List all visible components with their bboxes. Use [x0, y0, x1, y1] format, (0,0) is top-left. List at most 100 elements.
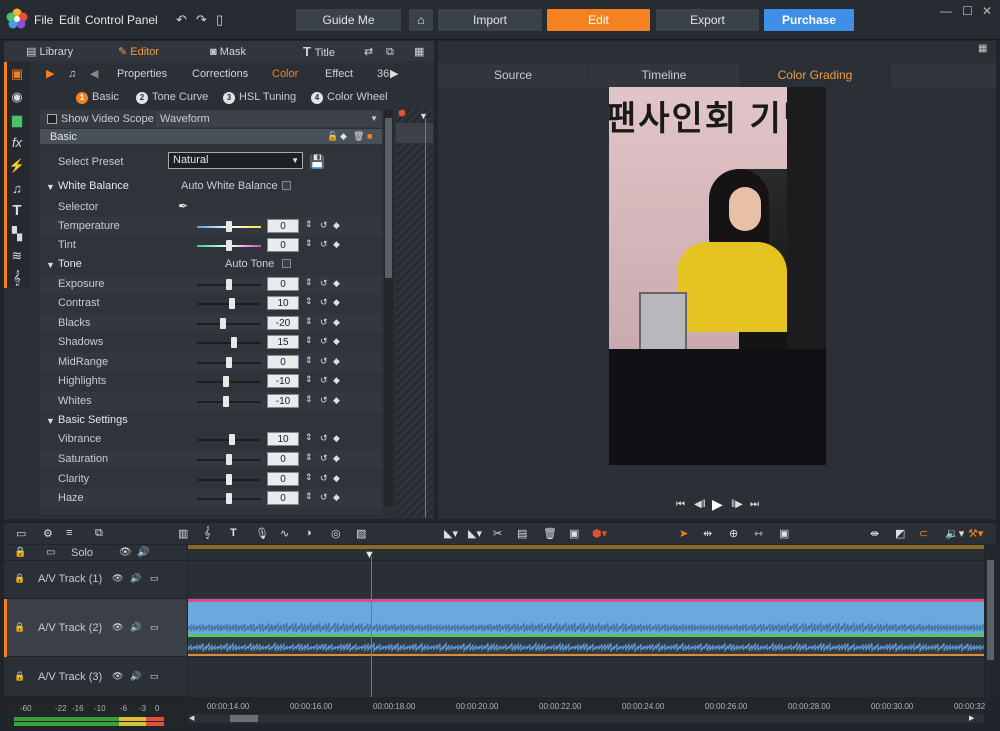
reset-icon[interactable]: ↺ [320, 453, 328, 464]
track-view-icon[interactable]: ▭ [16, 527, 26, 540]
slider-track[interactable] [197, 298, 261, 309]
edit-button[interactable]: Edit [547, 9, 650, 31]
show-scope-checkbox[interactable] [47, 114, 57, 124]
mixer-icon[interactable]: ▥ [178, 527, 188, 540]
slider-value-input[interactable]: 10 [267, 432, 299, 446]
keyframe-icon[interactable]: ◆ [333, 336, 340, 347]
slider-track[interactable] [197, 434, 261, 445]
slider-thumb[interactable] [229, 434, 236, 445]
lock-icon[interactable]: 🔓 [327, 131, 338, 142]
spinner-icon[interactable]: ⇕ [305, 219, 313, 230]
tab-mask[interactable]: ◙ Mask [210, 43, 246, 61]
spinner-icon[interactable]: ⇕ [305, 374, 313, 385]
slip-icon[interactable]: ⊕ [729, 527, 738, 540]
slider-thumb[interactable] [226, 357, 232, 368]
slider-thumb[interactable] [226, 279, 232, 290]
slider-value-input[interactable]: 15 [267, 335, 299, 349]
stack-icon[interactable]: ≋ [4, 248, 30, 264]
audio-tab-icon[interactable]: ♫ [68, 62, 76, 86]
slider-track[interactable] [197, 376, 261, 387]
tab-title[interactable]: T Title [303, 43, 335, 61]
track-eye-icon[interactable]: 👁 [112, 622, 123, 633]
save-preset-icon[interactable]: 💾 [309, 154, 325, 170]
slider-track[interactable] [197, 454, 261, 465]
slider-thumb[interactable] [226, 240, 232, 251]
storyboard-icon[interactable]: ▤ [517, 527, 527, 540]
reset-icon[interactable]: ↺ [320, 433, 328, 444]
play-icon[interactable]: ▶ [712, 496, 723, 513]
view-tab-timeline[interactable]: Timeline [589, 63, 739, 87]
step-basic[interactable]: 1 Basic [76, 91, 119, 104]
basic-settings-collapse-icon[interactable]: ▼ [46, 416, 55, 426]
layers-icon[interactable]: ▆ [4, 112, 30, 128]
tab-corrections[interactable]: Corrections [192, 62, 248, 86]
more-tools-icon[interactable]: ⚒▾ [968, 527, 983, 540]
keyframe-icon[interactable]: ◆ [333, 239, 340, 250]
tab-scroll-left-icon[interactable]: ◀ [90, 62, 98, 86]
spinner-icon[interactable]: ⇕ [305, 335, 313, 346]
reset-icon[interactable]: ↺ [320, 395, 328, 406]
slider-value-input[interactable]: 0 [267, 355, 299, 369]
keyframe-icon[interactable]: ◆ [333, 317, 340, 328]
panel-scrollbar-thumb[interactable] [385, 118, 392, 278]
spinner-icon[interactable]: ⇕ [305, 472, 313, 483]
solo-eye-icon[interactable]: 👁 [119, 547, 132, 558]
track-speaker-icon[interactable]: 🔊 [130, 573, 141, 584]
split-tool-icon[interactable]: ◣▾ [468, 527, 482, 540]
guide-me-button[interactable]: Guide Me [296, 9, 401, 31]
slider-thumb[interactable] [226, 493, 232, 504]
title-tool-icon[interactable]: T [230, 527, 237, 539]
spinner-icon[interactable]: ⇕ [305, 491, 313, 502]
scope-select[interactable]: Waveform ▼ [156, 111, 382, 127]
volume-tool-icon[interactable]: 🔉▾ [945, 527, 964, 540]
trim-icon[interactable]: ⇹ [703, 527, 712, 540]
motion-tool-icon[interactable]: ◎ [331, 527, 341, 540]
menu-edit[interactable]: Edit [59, 13, 80, 27]
step-tone-curve[interactable]: 2 Tone Curve [136, 91, 208, 104]
track-speaker-icon[interactable]: 🔊 [130, 622, 141, 633]
home-button[interactable]: ⌂ [409, 9, 433, 31]
solo-lock-icon[interactable]: 🔒 [14, 547, 26, 558]
auto-tone-checkbox[interactable] [282, 259, 291, 268]
audio-clip-icon[interactable]: 𝄞 [204, 527, 211, 540]
reset-icon[interactable]: ↺ [320, 336, 328, 347]
document-icon[interactable]: ▯ [216, 12, 223, 28]
marker-icon[interactable]: ⬢ [398, 108, 406, 119]
purchase-button[interactable]: Purchase [764, 9, 854, 31]
slider-value-input[interactable]: 0 [267, 219, 299, 233]
slider-track[interactable] [197, 318, 261, 329]
track-speaker-icon[interactable]: 🔊 [130, 671, 141, 682]
skip-start-icon[interactable]: ⏮ [676, 499, 685, 510]
track-lock-icon[interactable]: 🔒 [14, 671, 25, 682]
razor-icon[interactable]: ✂ [493, 527, 502, 540]
keyframe-icon[interactable]: ◆ [333, 433, 340, 444]
slider-track[interactable] [197, 221, 261, 232]
slider-track[interactable] [197, 357, 261, 368]
delete-icon[interactable]: 🗑 [543, 527, 557, 540]
reset-icon[interactable]: ↺ [320, 220, 328, 231]
skip-end-icon[interactable]: ⏭ [750, 499, 759, 510]
slider-value-input[interactable]: 0 [267, 238, 299, 252]
swap-icon[interactable]: ⇄ [364, 43, 373, 61]
slider-thumb[interactable] [226, 221, 232, 232]
scroll-right-icon[interactable]: ▶ [969, 714, 974, 722]
spinner-icon[interactable]: ⇕ [305, 316, 313, 327]
slider-thumb[interactable] [229, 298, 236, 309]
transition-icon[interactable]: ⚡ [4, 158, 30, 174]
fit-icon[interactable]: ▣ [779, 527, 789, 540]
slider-value-input[interactable]: -20 [267, 316, 299, 330]
slider-track[interactable] [197, 493, 261, 504]
slider-track[interactable] [197, 337, 261, 348]
reset-icon[interactable]: ↺ [320, 239, 328, 250]
tone-collapse-icon[interactable]: ▼ [46, 260, 55, 270]
slider-value-input[interactable]: -10 [267, 394, 299, 408]
fx-icon[interactable]: fx [4, 135, 30, 150]
step-forward-icon[interactable]: ‖▶ [731, 499, 743, 510]
keyframe-icon[interactable]: ◆ [333, 375, 340, 386]
reset-icon[interactable]: ↺ [320, 356, 328, 367]
camera-icon[interactable]: ▶ [46, 62, 54, 86]
slider-track[interactable] [197, 240, 261, 251]
color-tool-icon[interactable]: ◑ [305, 527, 312, 539]
keyframe-icon[interactable]: ◆ [333, 278, 340, 289]
magnet-icon[interactable]: ⊂ [919, 527, 928, 540]
